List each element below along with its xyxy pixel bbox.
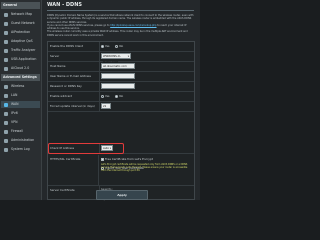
- description-text: DDNS (Dynamic Domain Name System) is a s…: [47, 14, 194, 24]
- sidebar-item-aicloud-2-0[interactable]: AiCloud 2.0: [1, 65, 40, 72]
- host-name-input[interactable]: all.dnsomatic.com: [101, 63, 135, 69]
- wildcard-label: Enable wildcard: [50, 92, 100, 101]
- table-row: Forced update interval (in days) 21: [48, 102, 194, 112]
- ddns-settings-table: Enable the DDNS Client Yes No Server WWW…: [47, 41, 195, 201]
- sidebar-item-adaptive-qos[interactable]: Adaptive QoS: [1, 38, 40, 45]
- menu-icon: [4, 111, 8, 116]
- enable-ddns-yes-radio[interactable]: [101, 44, 104, 48]
- table-row: Enable wildcard Yes No: [48, 92, 194, 102]
- sidebar-item-usb-application[interactable]: USB Application: [1, 56, 40, 63]
- menu-icon: [4, 30, 8, 35]
- sidebar-item-label: IPv6: [11, 111, 18, 115]
- sidebar-item-network-map[interactable]: Network Map: [1, 11, 40, 18]
- sidebar-item-label: Wireless: [11, 84, 25, 88]
- menu-icon: [4, 12, 8, 17]
- sidebar-item-label: WAN: [11, 102, 19, 106]
- sidebar-item-firewall[interactable]: Firewall: [1, 128, 40, 135]
- menu-icon: [4, 120, 8, 125]
- menu-icon: [4, 21, 8, 26]
- sidebar-item-wan[interactable]: WAN: [1, 101, 40, 108]
- chevron-down-icon: ▾: [127, 55, 129, 58]
- sidebar-section-header: General: [1, 2, 40, 9]
- wildcard-options: Yes No: [101, 92, 192, 101]
- sidebar-item-vpn[interactable]: VPN: [1, 119, 40, 126]
- sidebar-item-aiprotection[interactable]: AiProtection: [1, 29, 40, 36]
- sidebar-item-label: Adaptive QoS: [11, 39, 33, 43]
- yes-label: Yes: [105, 94, 110, 98]
- sidebar-section-header: Advanced Settings: [1, 74, 40, 81]
- no-label: No: [119, 44, 124, 48]
- menu-icon: [4, 93, 8, 98]
- cert-note: Let's Encrypt certificate will be reques…: [101, 163, 188, 173]
- menu-icon: [4, 66, 8, 71]
- sidebar-item-administration[interactable]: Administration: [1, 137, 40, 144]
- table-row: Enable the DDNS Client Yes No: [48, 42, 194, 52]
- server-label: Server: [50, 52, 100, 61]
- menu-icon: [4, 48, 8, 53]
- sidebar-item-label: Guest Network: [11, 21, 35, 25]
- description-text-4: The wireless router currently uses a pri…: [47, 30, 188, 37]
- sidebar-item-label: LAN: [11, 93, 18, 97]
- menu-icon: [4, 129, 8, 134]
- user-name-label: User Name or E-mail Address: [50, 72, 100, 81]
- table-row: Host Name all.dnsomatic.com: [48, 62, 194, 72]
- cert-letsencrypt-label: Free Certificate from Let's Encrypt: [105, 157, 153, 161]
- enable-ddns-no-radio[interactable]: [115, 44, 119, 48]
- menu-icon: [4, 147, 8, 152]
- sidebar-item-lan[interactable]: LAN: [1, 92, 40, 99]
- sidebar-item-label: AiCloud 2.0: [11, 66, 30, 70]
- red-highlight-box: [48, 143, 124, 154]
- iplookup-link[interactable]: http://iplookup.asus.com/nslookup.php: [110, 24, 156, 27]
- apply-button[interactable]: Apply: [96, 190, 148, 200]
- wildcard-yes-radio[interactable]: [101, 94, 104, 98]
- host-name-label: Host Name: [50, 62, 100, 71]
- cert-options: Free Certificate from Let's Encrypt Impo…: [101, 155, 192, 170]
- menu-icon: [4, 39, 8, 44]
- menu-icon: [4, 102, 8, 107]
- password-label: Password or DDNS Key: [50, 82, 100, 91]
- sidebar-item-label: Firewall: [11, 129, 24, 133]
- main-panel: WAN - DDNS DDNS (Dynamic Domain Name Sys…: [42, 0, 200, 201]
- enable-ddns-options: Yes No: [101, 42, 192, 51]
- table-row: Server WWW.DNS-O-MATIC.COM▾: [48, 52, 194, 64]
- enable-ddns-label: Enable the DDNS Client: [50, 42, 100, 51]
- sidebar: General Network Map Guest Network AiProtect…: [0, 0, 42, 200]
- title-divider: [47, 10, 194, 11]
- no-label: No: [119, 94, 124, 98]
- sidebar-item-label: Traffic Analyzer: [11, 48, 36, 52]
- sidebar-item-label: USB Application: [11, 57, 37, 61]
- menu-icon: [4, 138, 8, 143]
- sidebar-item-wireless[interactable]: Wireless: [1, 83, 40, 90]
- server-select[interactable]: WWW.DNS-O-MATIC.COM▾: [101, 53, 131, 64]
- menu-icon: [4, 84, 8, 89]
- wildcard-no-radio[interactable]: [115, 94, 119, 98]
- sidebar-item-system-log[interactable]: System Log: [1, 146, 40, 153]
- update-interval-label: Forced update interval (in days): [50, 102, 100, 111]
- cert-letsencrypt-checkbox[interactable]: [101, 157, 104, 161]
- sidebar-item-guest-network[interactable]: Guest Network: [1, 20, 40, 27]
- cert-label: HTTPS/SSL Certificate: [50, 155, 99, 185]
- sidebar-item-ipv6[interactable]: IPv6: [1, 110, 40, 117]
- table-row: User Name or E-mail Address: [48, 72, 194, 82]
- password-input[interactable]: [101, 83, 135, 89]
- update-interval-input[interactable]: 21: [101, 103, 111, 109]
- yes-label: Yes: [105, 44, 110, 48]
- sidebar-item-label: Network Map: [11, 12, 33, 16]
- user-name-input[interactable]: [101, 73, 135, 79]
- server-cert-label: Server Certificate: [50, 186, 100, 199]
- sidebar-item-label: System Log: [11, 147, 30, 151]
- sidebar-item-label: VPN: [11, 120, 18, 124]
- sidebar-item-label: Administration: [11, 138, 35, 142]
- menu-icon: [4, 57, 8, 62]
- page-title: WAN - DDNS: [47, 2, 82, 8]
- page-description: DDNS (Dynamic Domain Name System) is a s…: [47, 14, 194, 37]
- sidebar-item-traffic-analyzer[interactable]: Traffic Analyzer: [1, 47, 40, 54]
- table-row: Password or DDNS Key: [48, 82, 194, 92]
- sidebar-item-label: AiProtection: [11, 30, 31, 34]
